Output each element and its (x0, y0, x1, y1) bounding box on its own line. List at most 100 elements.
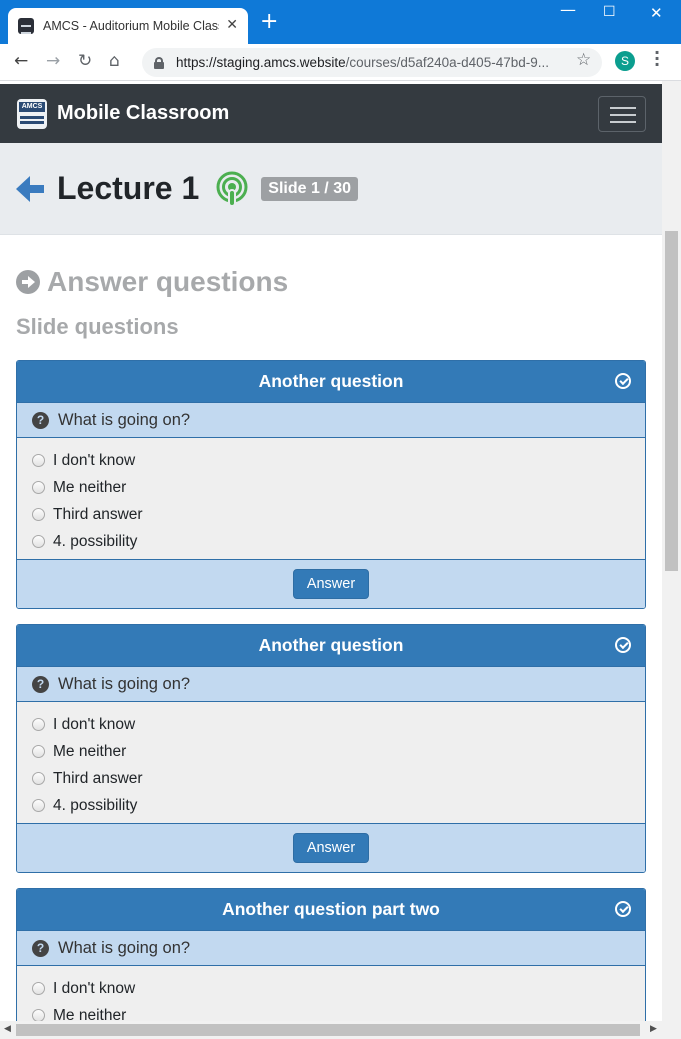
answer-option-label: Me neither (53, 742, 127, 760)
answer-option[interactable]: Third answer (32, 765, 629, 792)
answer-button[interactable]: Answer (292, 833, 370, 863)
answer-option[interactable]: I don't know (32, 975, 629, 1002)
answer-option[interactable]: I don't know (32, 711, 629, 738)
question-title: Another question (258, 371, 404, 391)
new-tab-icon[interactable]: + (260, 11, 278, 33)
answer-option[interactable]: I don't know (32, 447, 629, 474)
favicon-icon (18, 18, 34, 34)
question-title: Another question part two (222, 899, 440, 919)
check-circle-icon (615, 901, 631, 917)
bookmark-star-icon[interactable]: ☆ (576, 50, 591, 70)
page-viewport: AMCS Mobile Classroom Lecture 1 Slide 1 … (0, 81, 662, 1021)
answer-options: I don't know Me neither Third answer 4. … (17, 702, 645, 823)
answer-button-row: Answer (17, 559, 645, 608)
section-title: Answer questions (47, 266, 289, 297)
answer-button-row: Answer (17, 823, 645, 872)
answer-option[interactable]: Me neither (32, 1002, 629, 1021)
scroll-right-icon[interactable]: ▶ (650, 1024, 657, 1034)
answer-option[interactable]: Me neither (32, 474, 629, 501)
radio-button[interactable] (32, 508, 45, 521)
question-card-header: Another question (17, 361, 645, 402)
answer-option[interactable]: Third answer (32, 501, 629, 528)
question-text: What is going on? (58, 674, 191, 693)
section-title-row: Answer questions (16, 266, 646, 298)
question-text: What is going on? (58, 938, 191, 957)
radio-button[interactable] (32, 481, 45, 494)
forward-icon[interactable]: → (46, 51, 60, 71)
arrow-circle-right-icon (16, 270, 40, 294)
brand-name[interactable]: Mobile Classroom (57, 102, 229, 125)
profile-avatar[interactable]: S (615, 51, 635, 71)
lock-icon[interactable] (154, 56, 164, 69)
vertical-scrollbar-thumb[interactable] (665, 231, 678, 571)
hamburger-bar (610, 114, 636, 116)
home-icon[interactable]: ⌂ (109, 51, 120, 71)
hamburger-menu-button[interactable] (598, 96, 646, 132)
answer-option-label: 4. possibility (53, 796, 138, 814)
close-tab-icon[interactable]: ✕ (226, 17, 238, 33)
question-card-header: Another question (17, 625, 645, 666)
question-card: Another question ? What is going on? I d… (16, 360, 646, 609)
radio-button[interactable] (32, 454, 45, 467)
scroll-left-icon[interactable]: ◀ (4, 1024, 11, 1034)
radio-button[interactable] (32, 772, 45, 785)
question-circle-icon: ? (32, 675, 49, 693)
radio-button[interactable] (32, 718, 45, 731)
question-card: Another question part two ? What is goin… (16, 888, 646, 1021)
answer-option-label: Me neither (53, 478, 127, 496)
radio-button[interactable] (32, 799, 45, 812)
answer-option-label: 4. possibility (53, 532, 138, 550)
answer-options: I don't know Me neither (17, 966, 645, 1021)
brand-logo[interactable]: AMCS (17, 98, 47, 129)
check-circle-icon (615, 373, 631, 389)
radio-button[interactable] (32, 745, 45, 758)
check-circle-icon (615, 637, 631, 653)
back-arrow-icon[interactable] (16, 175, 44, 202)
question-text-row: ? What is going on? (17, 402, 645, 438)
app-navbar: AMCS Mobile Classroom (0, 84, 662, 143)
answer-option[interactable]: Me neither (32, 738, 629, 765)
answer-option-label: I don't know (53, 715, 136, 733)
answer-option[interactable]: 4. possibility (32, 528, 629, 555)
answer-options: I don't know Me neither Third answer 4. … (17, 438, 645, 559)
url-text[interactable]: https://staging.amcs.website/courses/d5a… (176, 55, 576, 70)
radio-button[interactable] (32, 982, 45, 995)
question-text-row: ? What is going on? (17, 666, 645, 702)
address-bar[interactable]: https://staging.amcs.website/courses/d5a… (142, 48, 602, 77)
hamburger-bar (610, 107, 636, 109)
tab-title: AMCS - Auditorium Mobile Classroom (43, 19, 219, 33)
answer-option-label: Me neither (53, 1006, 127, 1022)
browser-toolbar: ← → ↻ ⌂ https://staging.amcs.website/cou… (0, 44, 681, 81)
minimize-icon[interactable]: — (560, 0, 576, 19)
slide-badge: Slide 1 / 30 (261, 176, 358, 201)
window-close-icon[interactable]: ✕ (650, 4, 663, 22)
answer-option-label: Third answer (53, 505, 143, 523)
question-text: What is going on? (58, 410, 191, 429)
url-path: /courses/d5af240a-d405-47bd-9... (345, 55, 549, 70)
maximize-icon[interactable]: ☐ (603, 4, 616, 20)
horizontal-scrollbar-thumb[interactable] (16, 1024, 640, 1036)
radio-button[interactable] (32, 535, 45, 548)
answer-option-label: I don't know (53, 451, 136, 469)
lecture-title: Lecture 1 (57, 170, 200, 206)
back-icon[interactable]: ← (14, 51, 28, 71)
question-circle-icon: ? (32, 411, 49, 429)
main-content: Answer questions Slide questions Another… (0, 266, 662, 1021)
horizontal-scrollbar[interactable]: ◀ ▶ (0, 1021, 681, 1039)
answer-option[interactable]: 4. possibility (32, 792, 629, 819)
question-circle-icon: ? (32, 939, 49, 957)
brand-logo-text: AMCS (19, 101, 45, 112)
brand-logo-seats (20, 115, 44, 124)
section-subtitle: Slide questions (16, 314, 179, 339)
vertical-scrollbar[interactable] (662, 81, 681, 1021)
browser-menu-icon[interactable]: · · · (654, 45, 660, 73)
reload-icon[interactable]: ↻ (78, 51, 92, 71)
answer-option-label: I don't know (53, 979, 136, 997)
browser-tab[interactable]: AMCS - Auditorium Mobile Classroom ✕ (8, 8, 248, 44)
podcast-icon (216, 171, 248, 207)
question-text-row: ? What is going on? (17, 930, 645, 966)
browser-titlebar: AMCS - Auditorium Mobile Classroom ✕ + —… (0, 0, 681, 44)
answer-button[interactable]: Answer (292, 569, 370, 599)
radio-button[interactable] (32, 1009, 45, 1021)
url-domain: https://staging.amcs.website (176, 55, 346, 70)
